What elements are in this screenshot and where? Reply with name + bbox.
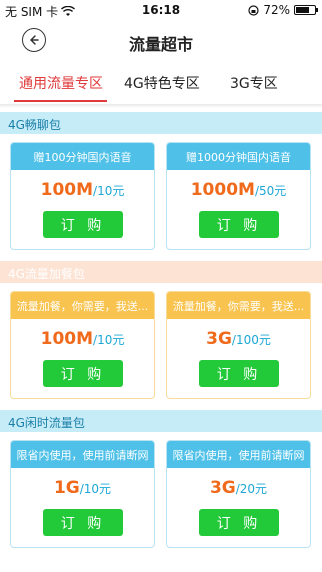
package-card: 赠1000分钟国内语音 1000M /50元 订 购 [166, 142, 311, 250]
active-tab-indicator [14, 100, 107, 102]
order-button[interactable]: 订 购 [43, 360, 123, 387]
status-bar: 无 SIM 卡 16:18 72% [0, 0, 322, 20]
section-title: 4G畅聊包 [0, 112, 322, 134]
section-4g-boost-pack: 4G流量加餐包 流量加餐，你需要，我送... 100M /10元 订 购 流量加… [0, 261, 322, 413]
package-amount: 1G [53, 478, 80, 498]
order-button[interactable]: 订 购 [43, 211, 123, 238]
package-price: 100M /10元 [11, 170, 154, 208]
package-price: 1G /10元 [11, 468, 154, 506]
nav-bar: 流量超市 [0, 20, 322, 62]
package-card: 赠100分钟国内语音 100M /10元 订 购 [10, 142, 155, 250]
package-card: 流量加餐，你需要，我送... 100M /10元 订 购 [10, 291, 155, 399]
section-title: 4G闲时流量包 [0, 410, 322, 432]
order-button[interactable]: 订 购 [199, 360, 279, 387]
package-card: 限省内使用，使用前请断网 1G /10元 订 购 [10, 440, 155, 548]
package-bonus: 流量加餐，你需要，我送... [11, 292, 154, 319]
package-price: 100M /10元 [11, 319, 154, 357]
page-title: 流量超市 [128, 35, 193, 54]
section-4g-offpeak-pack: 4G闲时流量包 限省内使用，使用前请断网 1G /10元 订 购 限省内使用，使… [0, 410, 322, 562]
order-button[interactable]: 订 购 [199, 211, 279, 238]
package-amount: 100M [40, 180, 94, 200]
package-unit-price: /10元 [93, 333, 125, 347]
package-bonus: 赠100分钟国内语音 [11, 143, 154, 170]
package-bonus: 流量加餐，你需要，我送... [167, 292, 310, 319]
package-price: 3G /20元 [167, 468, 310, 506]
section-title: 4G流量加餐包 [0, 261, 322, 283]
package-cards: 流量加餐，你需要，我送... 100M /10元 订 购 流量加餐，你需要，我送… [0, 283, 322, 413]
battery-icon [294, 5, 318, 15]
package-unit-price: /20元 [235, 482, 268, 496]
order-button[interactable]: 订 购 [199, 509, 279, 536]
order-button[interactable]: 订 购 [43, 509, 123, 536]
package-bonus: 限省内使用，使用前请断网 [167, 441, 310, 468]
tab-3g-zone[interactable]: 3G专区 [230, 73, 278, 93]
battery-percent: 72% [263, 3, 290, 17]
tab-bar: 通用流量专区 4G特色专区 3G专区 [0, 62, 322, 104]
package-unit-price: /10元 [79, 482, 112, 496]
package-bonus: 限省内使用，使用前请断网 [11, 441, 154, 468]
package-cards: 限省内使用，使用前请断网 1G /10元 订 购 限省内使用，使用前请断网 3G… [0, 432, 322, 562]
tab-divider [0, 104, 322, 108]
package-unit-price: /10元 [93, 184, 125, 198]
package-cards: 赠100分钟国内语音 100M /10元 订 购 赠1000分钟国内语音 100… [0, 134, 322, 264]
package-card: 流量加餐，你需要，我送... 3G /100元 订 购 [166, 291, 311, 399]
rotation-lock-icon [248, 4, 259, 16]
tab-general-data[interactable]: 通用流量专区 [19, 73, 103, 93]
section-4g-chat-pack: 4G畅聊包 赠100分钟国内语音 100M /10元 订 购 赠1000分钟国内… [0, 112, 322, 264]
package-amount: 100M [40, 329, 94, 349]
package-price: 3G /100元 [167, 319, 310, 357]
package-amount: 3G [209, 478, 236, 498]
package-unit-price: /100元 [231, 333, 271, 347]
status-right: 72% [248, 3, 318, 17]
tab-4g-special[interactable]: 4G特色专区 [124, 73, 200, 93]
package-amount: 1000M [190, 180, 255, 200]
package-price: 1000M /50元 [167, 170, 310, 208]
package-card: 限省内使用，使用前请断网 3G /20元 订 购 [166, 440, 311, 548]
package-unit-price: /50元 [254, 184, 287, 198]
package-amount: 3G [206, 329, 232, 349]
package-bonus: 赠1000分钟国内语音 [167, 143, 310, 170]
